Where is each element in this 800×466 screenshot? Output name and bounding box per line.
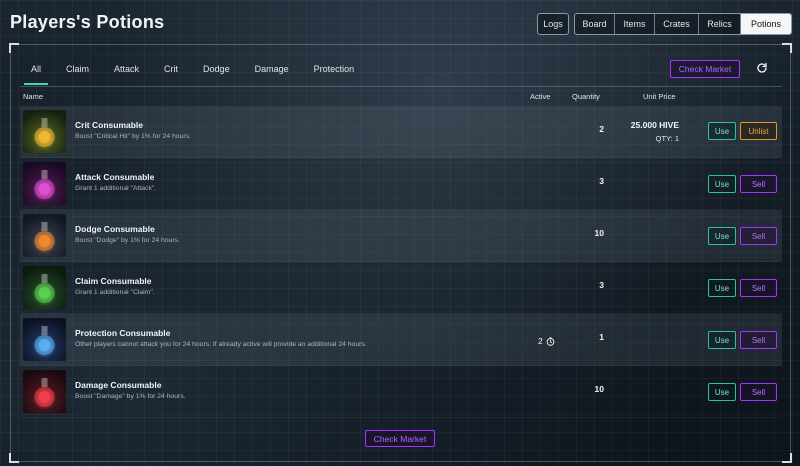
filter-claim[interactable]: Claim <box>55 58 100 80</box>
filter-damage[interactable]: Damage <box>244 58 300 80</box>
section-tabs: Board Items Crates Relics Potions <box>574 13 792 35</box>
filter-tabs: All Claim Attack Crit Dodge Damage Prote… <box>20 58 368 86</box>
tab-potions[interactable]: Potions <box>741 14 791 34</box>
potion-image <box>23 110 66 153</box>
potion-bottle-icon <box>34 118 55 147</box>
use-button[interactable]: Use <box>708 279 736 297</box>
table-row: Claim Consumable Grant 1 additional "Cla… <box>20 262 782 314</box>
use-button[interactable]: Use <box>708 331 736 349</box>
potion-image <box>23 318 66 361</box>
filter-protection[interactable]: Protection <box>303 58 366 80</box>
use-button[interactable]: Use <box>708 383 736 401</box>
frame-corner <box>9 453 19 463</box>
potion-name: Damage Consumable <box>75 380 162 390</box>
listed-quantity: QTY: 1 <box>655 134 679 143</box>
table-row: Crit Consumable Boost "Critical Hit" by … <box>20 106 782 158</box>
sell-button[interactable]: Sell <box>740 383 777 401</box>
sell-button[interactable]: Sell <box>740 279 777 297</box>
column-active: Active <box>530 92 551 101</box>
potion-bottle-icon <box>34 222 55 251</box>
column-quantity: Quantity <box>572 92 600 101</box>
column-name: Name <box>23 92 44 101</box>
filter-dodge[interactable]: Dodge <box>192 58 241 80</box>
potion-bottle-icon <box>34 170 55 199</box>
tab-crates[interactable]: Crates <box>655 14 699 34</box>
table-row: Protection Consumable Other players cann… <box>20 314 782 366</box>
filter-all[interactable]: All <box>20 58 52 85</box>
quantity-value: 10 <box>594 228 604 238</box>
potion-description: Boost "Critical Hit" by 1% for 24 hours. <box>75 133 191 140</box>
unit-price: 25.000 HIVE <box>630 120 679 130</box>
page-title: Players's Potions <box>10 12 165 32</box>
column-unit-price: Unit Price <box>643 92 676 101</box>
table-row: Attack Consumable Grant 1 additional "At… <box>20 158 782 210</box>
potion-description: Grant 1 additional "Claim". <box>75 289 155 296</box>
frame-corner <box>782 453 792 463</box>
potion-name: Protection Consumable <box>75 328 171 338</box>
potion-description: Grant 1 additional "Attack". <box>75 185 157 192</box>
refresh-icon[interactable] <box>756 62 768 74</box>
timer-icon <box>546 336 555 346</box>
active-value: 2 <box>538 336 543 346</box>
logs-button[interactable]: Logs <box>537 13 569 35</box>
table-row: Dodge Consumable Boost "Dodge" by 1% for… <box>20 210 782 262</box>
potion-description: Other players cannot attack you for 24 h… <box>75 341 367 348</box>
potion-name: Claim Consumable <box>75 276 152 286</box>
sell-button[interactable]: Sell <box>740 227 777 245</box>
tab-items[interactable]: Items <box>615 14 655 34</box>
potion-image <box>23 370 66 413</box>
unlist-button[interactable]: Unlist <box>740 122 777 140</box>
table-row: Damage Consumable Boost "Damage" by 1% f… <box>20 366 782 418</box>
potion-image <box>23 214 66 257</box>
potion-bottle-icon <box>34 378 55 407</box>
quantity-value: 3 <box>599 176 604 186</box>
table-header: Name Active Quantity Unit Price <box>20 86 782 104</box>
potion-table: Crit Consumable Boost "Critical Hit" by … <box>20 106 782 418</box>
potion-bottle-icon <box>34 326 55 355</box>
sell-button[interactable]: Sell <box>740 331 777 349</box>
quantity-value: 3 <box>599 280 604 290</box>
tab-relics[interactable]: Relics <box>699 14 741 34</box>
potion-description: Boost "Dodge" by 1% for 24 hours. <box>75 237 180 244</box>
use-button[interactable]: Use <box>708 175 736 193</box>
active-count: 2 <box>538 336 555 346</box>
potion-bottle-icon <box>34 274 55 303</box>
check-market-button[interactable]: Check Market <box>670 60 740 78</box>
filter-crit[interactable]: Crit <box>153 58 189 80</box>
tab-board[interactable]: Board <box>575 14 615 34</box>
potion-image <box>23 266 66 309</box>
frame-corner <box>782 43 792 53</box>
potion-name: Crit Consumable <box>75 120 144 130</box>
use-button[interactable]: Use <box>708 227 736 245</box>
check-market-button-bottom[interactable]: Check Market <box>365 430 435 447</box>
use-button[interactable]: Use <box>708 122 736 140</box>
quantity-value: 10 <box>594 384 604 394</box>
potion-description: Boost "Damage" by 1% for 24 hours. <box>75 393 186 400</box>
quantity-value: 2 <box>599 124 604 134</box>
filter-attack[interactable]: Attack <box>103 58 150 80</box>
potion-name: Attack Consumable <box>75 172 155 182</box>
frame-corner <box>9 43 19 53</box>
sell-button[interactable]: Sell <box>740 175 777 193</box>
quantity-value: 1 <box>599 332 604 342</box>
potion-name: Dodge Consumable <box>75 224 155 234</box>
potion-image <box>23 162 66 205</box>
